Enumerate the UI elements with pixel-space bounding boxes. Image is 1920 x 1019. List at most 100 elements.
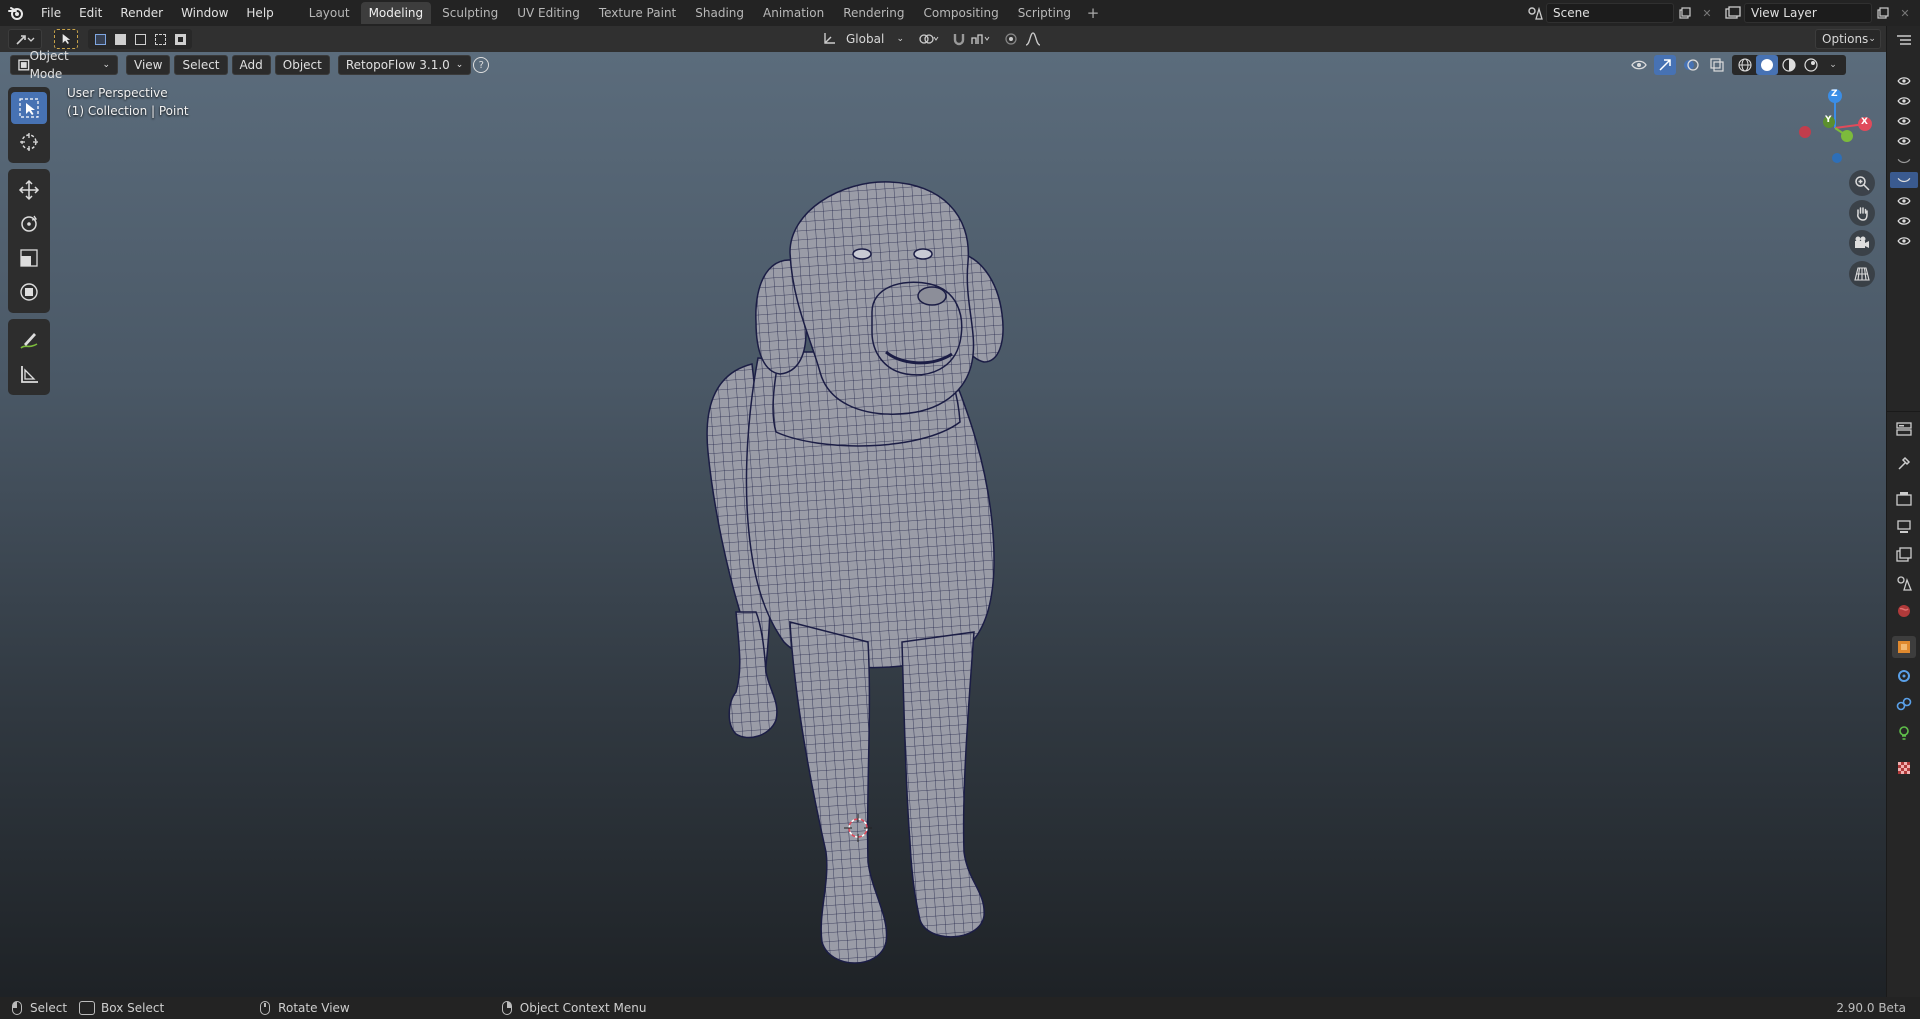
tab-scripting[interactable]: Scripting — [1010, 2, 1079, 24]
tool-properties-icon[interactable] — [1892, 452, 1916, 474]
object-menu[interactable]: Object — [274, 55, 330, 75]
scale-tool-icon[interactable] — [11, 242, 47, 274]
solid-shading-icon[interactable] — [1756, 55, 1778, 75]
rendered-shading-icon[interactable] — [1800, 55, 1822, 75]
wireframe-shading-icon[interactable] — [1734, 55, 1756, 75]
tab-sculpting[interactable]: Sculpting — [434, 2, 506, 24]
active-tool-icon[interactable] — [54, 29, 78, 49]
options-dropdown[interactable]: Options ⌄ — [1815, 29, 1881, 49]
add-menu[interactable]: Add — [231, 55, 271, 75]
transform-orientation-dropdown[interactable]: Global ⌄ — [840, 29, 910, 49]
hand-icon — [1857, 207, 1868, 221]
select-intersect-icon[interactable] — [170, 29, 190, 49]
pivot-point-icon[interactable] — [918, 29, 940, 49]
proportional-edit-icon[interactable] — [1000, 29, 1022, 49]
constraint-properties-icon[interactable] — [1892, 693, 1916, 715]
material-shading-icon[interactable] — [1778, 55, 1800, 75]
view-menu[interactable]: View — [126, 55, 171, 75]
modifier-properties-icon[interactable] — [1892, 665, 1916, 687]
help-button[interactable]: ? — [473, 57, 490, 73]
select-extend-icon[interactable] — [110, 29, 130, 49]
hidden-eye-icon[interactable] — [1896, 153, 1912, 169]
select-subtract-icon[interactable] — [130, 29, 150, 49]
texture-properties-icon[interactable] — [1892, 757, 1916, 779]
visibility-eye-icon[interactable] — [1896, 213, 1912, 229]
visibility-eye-icon[interactable] — [1896, 233, 1912, 249]
gizmo-y-label: Y — [1825, 115, 1832, 125]
tab-compositing[interactable]: Compositing — [915, 2, 1006, 24]
measure-tool-icon[interactable] — [11, 358, 47, 390]
snap-magnet-icon[interactable] — [948, 29, 970, 49]
tab-layout[interactable]: Layout — [301, 2, 358, 24]
retopoflow-dropdown[interactable]: RetopoFlow 3.1.0 ⌄ — [337, 55, 472, 75]
select-menu[interactable]: Select — [174, 55, 228, 75]
move-tool-icon[interactable] — [11, 174, 47, 206]
view-layer-selector: View Layer ✕ — [1722, 3, 1916, 23]
scene-name-field[interactable]: Scene — [1546, 3, 1674, 23]
cursor-tool-icon[interactable] — [11, 126, 47, 158]
visibility-eye-icon[interactable] — [1896, 73, 1912, 89]
dog-mesh-model[interactable] — [0, 52, 1886, 997]
view-layer-name-field[interactable]: View Layer — [1744, 3, 1872, 23]
mode-dropdown[interactable]: Object Mode ⌄ — [10, 49, 118, 81]
editor-type-button[interactable] — [8, 29, 42, 49]
visibility-eye-icon[interactable] — [1896, 133, 1912, 149]
3d-viewport[interactable] — [0, 52, 1886, 997]
chevron-down-icon: ⌄ — [455, 60, 464, 70]
delete-scene-icon[interactable]: ✕ — [1696, 3, 1718, 23]
render-properties-icon[interactable] — [1892, 488, 1916, 510]
menu-file[interactable]: File — [32, 0, 70, 26]
mouse-right-icon — [501, 1001, 512, 1015]
visibility-eye-icon[interactable] — [1896, 113, 1912, 129]
select-new-icon[interactable] — [90, 29, 110, 49]
output-properties-icon[interactable] — [1892, 516, 1916, 538]
tab-shading[interactable]: Shading — [687, 2, 752, 24]
right-editor-strip — [1886, 26, 1920, 997]
select-invert-icon[interactable] — [150, 29, 170, 49]
tab-animation[interactable]: Animation — [755, 2, 832, 24]
tab-texture-paint[interactable]: Texture Paint — [591, 2, 684, 24]
falloff-curve-icon[interactable] — [1022, 29, 1044, 49]
menu-render[interactable]: Render — [111, 0, 172, 26]
visibility-eye-icon[interactable] — [1628, 55, 1650, 75]
zoom-view-button[interactable] — [1849, 170, 1875, 196]
tab-uv-editing[interactable]: UV Editing — [509, 2, 588, 24]
scene-icon[interactable] — [1524, 3, 1546, 23]
xray-toggle-icon[interactable] — [1706, 55, 1728, 75]
shading-options-chevron-icon[interactable]: ⌄ — [1822, 55, 1844, 75]
status-select-label: Select — [30, 1001, 68, 1015]
blender-logo-icon[interactable] — [0, 0, 32, 26]
outliner-editor-icon[interactable] — [1892, 30, 1916, 52]
menu-help[interactable]: Help — [237, 0, 282, 26]
pan-view-button[interactable] — [1849, 200, 1875, 226]
annotate-tool-icon[interactable] — [11, 324, 47, 356]
object-properties-icon[interactable] — [1892, 636, 1916, 658]
properties-editor-icon[interactable] — [1892, 418, 1916, 440]
scene-properties-icon[interactable] — [1892, 572, 1916, 594]
add-workspace-button[interactable]: + — [1082, 4, 1104, 22]
world-properties-icon[interactable] — [1892, 600, 1916, 622]
grid-perspective-icon — [1854, 267, 1870, 281]
overlay-toggle-icon[interactable] — [1680, 55, 1702, 75]
new-scene-icon[interactable] — [1674, 3, 1696, 23]
menu-window[interactable]: Window — [172, 0, 237, 26]
object-data-properties-icon[interactable] — [1892, 722, 1916, 744]
snap-increment-icon[interactable] — [970, 29, 992, 49]
rotate-tool-icon[interactable] — [11, 208, 47, 240]
new-view-layer-icon[interactable] — [1872, 3, 1894, 23]
hidden-eye-icon[interactable] — [1890, 172, 1918, 188]
transform-tool-icon[interactable] — [11, 276, 47, 308]
visibility-eye-icon[interactable] — [1896, 93, 1912, 109]
visibility-eye-icon[interactable] — [1896, 193, 1912, 209]
view-layer-properties-icon[interactable] — [1892, 544, 1916, 566]
select-box-tool-icon[interactable] — [11, 92, 47, 124]
camera-view-button[interactable] — [1849, 230, 1875, 256]
gizmo-toggle-icon[interactable] — [1654, 55, 1676, 75]
perspective-toggle-button[interactable] — [1849, 261, 1875, 287]
view-layer-icon[interactable] — [1722, 3, 1744, 23]
tab-rendering[interactable]: Rendering — [835, 2, 912, 24]
navigation-gizmo[interactable]: Z X Y — [1795, 86, 1875, 166]
tab-modeling[interactable]: Modeling — [360, 2, 432, 24]
menu-edit[interactable]: Edit — [70, 0, 111, 26]
delete-view-layer-icon[interactable]: ✕ — [1894, 3, 1916, 23]
